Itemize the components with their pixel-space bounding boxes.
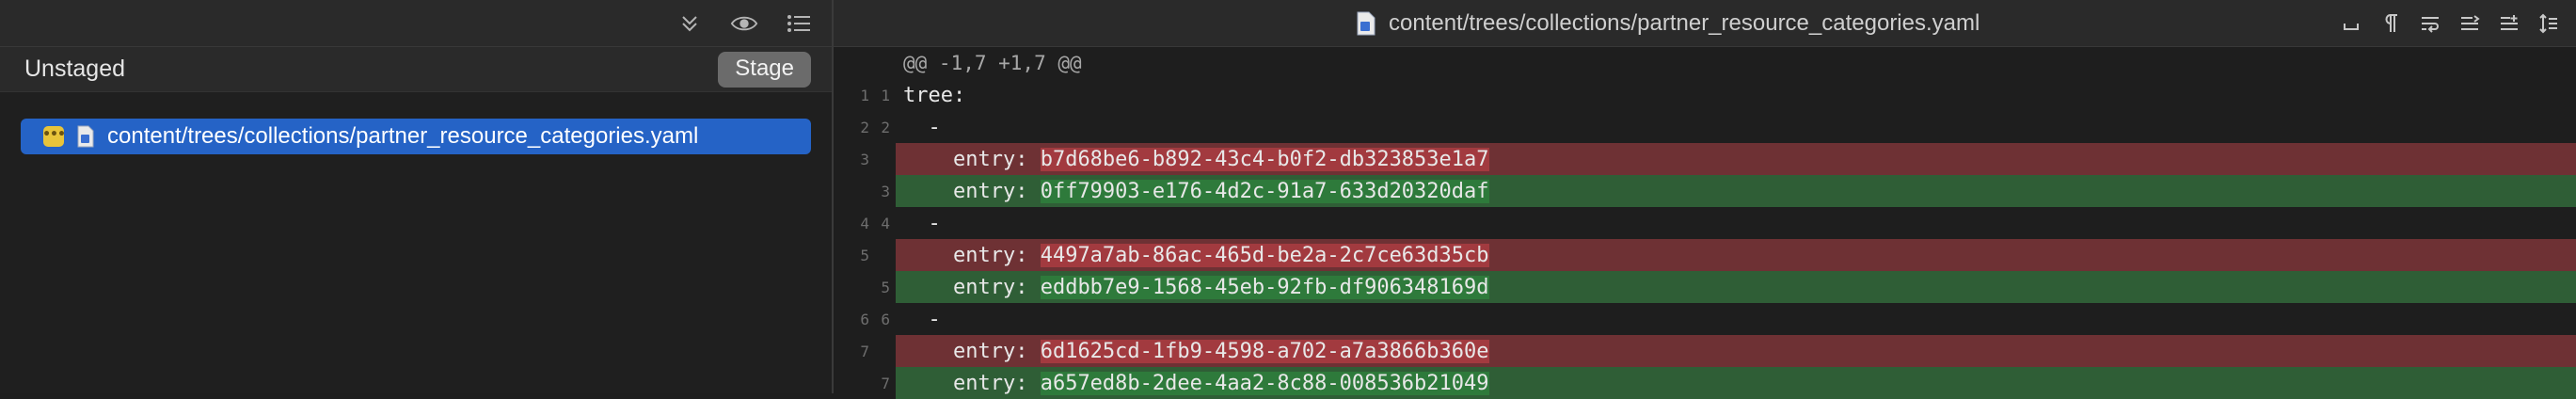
diff-file-path: content/trees/collections/partner_resour… — [1389, 10, 1980, 36]
diff-toolbar: content/trees/collections/partner_resour… — [834, 0, 2576, 47]
new-line-number: 5 — [881, 278, 890, 296]
removed-value: b7d68be6-b892-43c4-b0f2-db323853e1a7 — [1040, 147, 1489, 171]
unstaged-file-list: ••• content/trees/collections/partner_re… — [0, 92, 832, 154]
code-text: - — [903, 307, 941, 331]
diff-line-removed: 3 entry: b7d68be6-b892-43c4-b0f2-db32385… — [834, 143, 2576, 175]
new-line-number — [869, 247, 890, 264]
diff-line-removed: 7 entry: 6d1625cd-1fb9-4598-a702-a7a3866… — [834, 335, 2576, 367]
old-line-number — [849, 375, 869, 392]
code-text: entry: a657ed8b-2dee-4aa2-8c88-008536b21… — [896, 367, 2576, 399]
old-line-number: 5 — [860, 246, 869, 264]
old-line-number: 7 — [860, 342, 869, 360]
code-text: - — [903, 211, 941, 235]
whitespace-icon[interactable] — [2339, 11, 2363, 36]
new-line-number: 7 — [881, 374, 890, 392]
new-line-number: 6 — [881, 310, 890, 328]
code-text: entry: 0ff79903-e176-4d2c-91a7-633d20320… — [896, 175, 2576, 207]
document-icon — [77, 125, 94, 148]
document-icon — [1357, 11, 1375, 36]
left-toolbar — [0, 0, 832, 47]
code-text: entry: 6d1625cd-1fb9-4598-a702-a7a3866b3… — [896, 335, 2576, 367]
added-value: a657ed8b-2dee-4aa2-8c88-008536b21049 — [1040, 371, 1489, 395]
eye-icon[interactable] — [730, 9, 758, 38]
code-text: tree: — [903, 83, 966, 107]
expand-all-icon[interactable] — [2536, 11, 2561, 36]
diff-line-added: 5 entry: eddbb7e9-1568-45eb-92fb-df90634… — [834, 271, 2576, 303]
diff-line-added: 7 entry: a657ed8b-2dee-4aa2-8c88-008536b… — [834, 367, 2576, 399]
diff-title: content/trees/collections/partner_resour… — [1357, 0, 1980, 47]
hunk-text: @@ -1,7 +1,7 @@ — [903, 52, 1082, 74]
diff-hunk-header: @@ -1,7 +1,7 @@ — [834, 47, 2576, 79]
diff-line: 44 - — [834, 207, 2576, 239]
new-line-number: 2 — [881, 118, 890, 136]
diff-tools — [2339, 0, 2561, 47]
app-window: Unstaged Stage ••• content/trees/collect… — [0, 0, 2576, 399]
removed-value: 4497a7ab-86ac-465d-be2a-2c7ce63d35cb — [1040, 243, 1489, 267]
added-value: eddbb7e9-1568-45eb-92fb-df906348169d — [1040, 275, 1489, 299]
chevron-double-down-icon[interactable] — [676, 9, 704, 38]
old-line-number: 6 — [860, 310, 869, 328]
diff-line: 11 tree: — [834, 79, 2576, 111]
diff-line: 22 - — [834, 111, 2576, 143]
old-line-number — [849, 183, 869, 200]
code-text: entry: eddbb7e9-1568-45eb-92fb-df9063481… — [896, 271, 2576, 303]
new-line-number: 3 — [881, 182, 890, 200]
stage-button[interactable]: Stage — [718, 51, 811, 88]
code-text: entry: b7d68be6-b892-43c4-b0f2-db323853e… — [896, 143, 2576, 175]
list-icon[interactable] — [785, 9, 813, 38]
new-line-number — [869, 151, 890, 168]
old-line-number — [849, 279, 869, 296]
diff-line-added: 3 entry: 0ff79903-e176-4d2c-91a7-633d203… — [834, 175, 2576, 207]
diff-body: @@ -1,7 +1,7 @@ 11 tree: 22 - 3 entry: b… — [834, 47, 2576, 399]
code-text: - — [903, 115, 941, 139]
pilcrow-icon[interactable] — [2378, 11, 2403, 36]
code-text: entry: 4497a7ab-86ac-465d-be2a-2c7ce63d3… — [896, 239, 2576, 271]
added-value: 0ff79903-e176-4d2c-91a7-633d20320daf — [1040, 179, 1489, 203]
old-line-number: 1 — [860, 86, 869, 104]
new-line-number: 1 — [881, 86, 890, 104]
changes-pane: Unstaged Stage ••• content/trees/collect… — [0, 0, 834, 393]
diff-line-removed: 5 entry: 4497a7ab-86ac-465d-be2a-2c7ce63… — [834, 239, 2576, 271]
modified-status-badge: ••• — [42, 126, 66, 147]
old-line-number: 3 — [860, 150, 869, 168]
file-name: content/trees/collections/partner_resour… — [107, 123, 699, 149]
diff-pane: content/trees/collections/partner_resour… — [834, 0, 2576, 399]
collapse-icon[interactable] — [2457, 11, 2482, 36]
file-list-item[interactable]: ••• content/trees/collections/partner_re… — [21, 119, 811, 154]
diff-line: 66 - — [834, 303, 2576, 335]
old-line-number: 4 — [860, 214, 869, 232]
unstaged-header: Unstaged Stage — [0, 47, 832, 92]
wrap-icon[interactable] — [2418, 11, 2442, 36]
expand-lines-icon[interactable] — [2497, 11, 2521, 36]
old-line-number: 2 — [860, 118, 869, 136]
unstaged-title: Unstaged — [24, 56, 126, 82]
removed-value: 6d1625cd-1fb9-4598-a702-a7a3866b360e — [1040, 339, 1489, 363]
new-line-number — [869, 343, 890, 360]
new-line-number: 4 — [881, 214, 890, 232]
